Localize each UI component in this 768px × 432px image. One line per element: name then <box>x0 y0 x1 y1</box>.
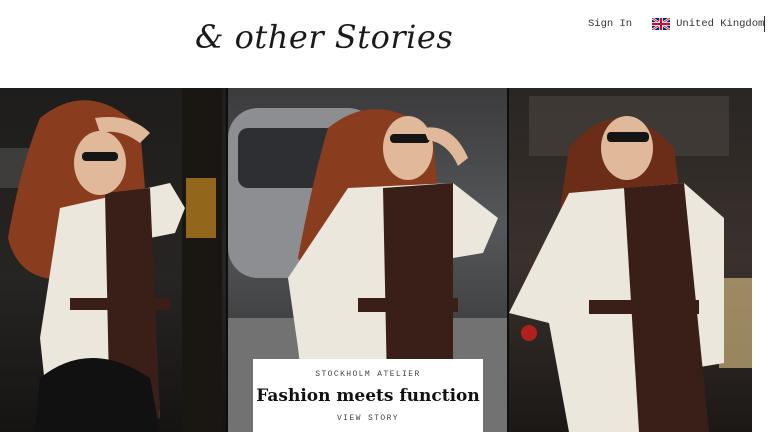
model-photo-icon <box>509 96 752 432</box>
site-header: & other Stories Sign In United Kingdom <box>0 0 768 88</box>
story-card[interactable]: STOCKHOLM ATELIER Fashion meets function… <box>253 359 483 432</box>
view-story-link[interactable]: VIEW STORY <box>337 414 399 423</box>
page-edge <box>752 88 768 432</box>
sign-in-link[interactable]: Sign In <box>588 18 632 30</box>
model-photo-icon <box>0 88 222 432</box>
hero-image-left <box>0 88 226 432</box>
uk-flag-icon <box>652 18 671 30</box>
story-eyebrow: STOCKHOLM ATELIER <box>315 370 421 379</box>
hero-image-right <box>509 88 752 432</box>
region-label: United Kingdom <box>676 18 765 30</box>
region-selector[interactable]: United Kingdom <box>652 18 764 30</box>
story-headline: Fashion meets function <box>256 386 480 406</box>
brand-logo[interactable]: & other Stories <box>195 18 453 56</box>
bag-icon[interactable] <box>764 16 768 32</box>
top-nav: Sign In United Kingdom <box>588 18 764 30</box>
